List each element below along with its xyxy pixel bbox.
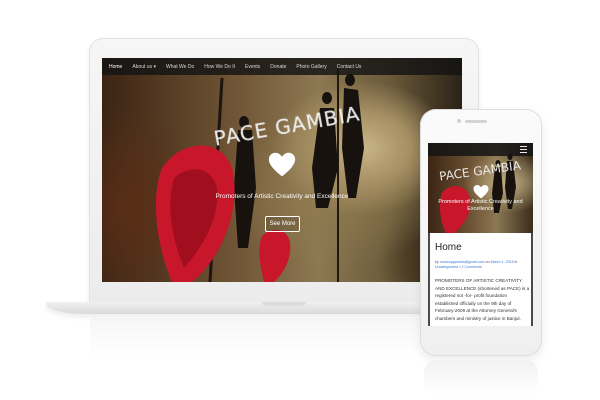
nav-item-what-we-do[interactable]: What We Do [161, 64, 199, 70]
nav-item-how-we-do-it[interactable]: How We Do It [199, 64, 240, 70]
category-link[interactable]: Uncategorized [435, 265, 458, 269]
heart-icon [268, 152, 296, 177]
laptop-notch [262, 302, 306, 306]
nav-item-photo-gallery[interactable]: Photo Gallery [291, 64, 331, 70]
phone-content: Home by modoupgambia@gmail.com on March … [428, 233, 533, 326]
nav-item-contact-us[interactable]: Contact Us [332, 64, 367, 70]
comments-link[interactable]: 2 Comments [461, 265, 481, 269]
laptop-screen: Home About us ▾ What We Do How We Do It … [102, 58, 462, 282]
site-tagline: Promoters of Artistic Creativity and Exc… [215, 193, 349, 200]
phone-top-bar [428, 143, 533, 156]
nav-item-donate[interactable]: Donate [265, 64, 291, 70]
author-email-link[interactable]: modoupgambia@gmail.com [440, 260, 485, 264]
phone-reflection [424, 360, 538, 396]
post-date-link[interactable]: March 1, 2015 [491, 260, 514, 264]
nav-item-events[interactable]: Events [240, 64, 265, 70]
meta-by: by [435, 260, 439, 264]
phone-screen: PACE GAMBIA Promoters of Artistic Creati… [428, 143, 533, 326]
phone-heart-icon [473, 185, 489, 199]
laptop-nav-bar: Home About us ▾ What We Do How We Do It … [102, 58, 462, 75]
meta-in: in [514, 260, 518, 264]
hamburger-menu-icon[interactable] [520, 146, 527, 153]
nav-item-about-us[interactable]: About us ▾ [127, 64, 161, 70]
phone-site-tagline: Promoters of Artistic Creativity and Exc… [438, 199, 523, 212]
phone-speaker [465, 120, 487, 123]
post-body-text: PROMOTERS OF ARTISTIC CREATIVITY AND EXC… [435, 278, 530, 321]
nav-item-home[interactable]: Home [104, 64, 127, 70]
post-meta: by modoupgambia@gmail.com on March 1, 20… [435, 260, 529, 270]
meta-on: on [485, 260, 490, 264]
see-more-button[interactable]: See More [265, 216, 300, 232]
phone-hero: PACE GAMBIA Promoters of Artistic Creati… [428, 143, 533, 233]
phone-camera [457, 119, 461, 123]
page-heading: Home [435, 242, 462, 253]
